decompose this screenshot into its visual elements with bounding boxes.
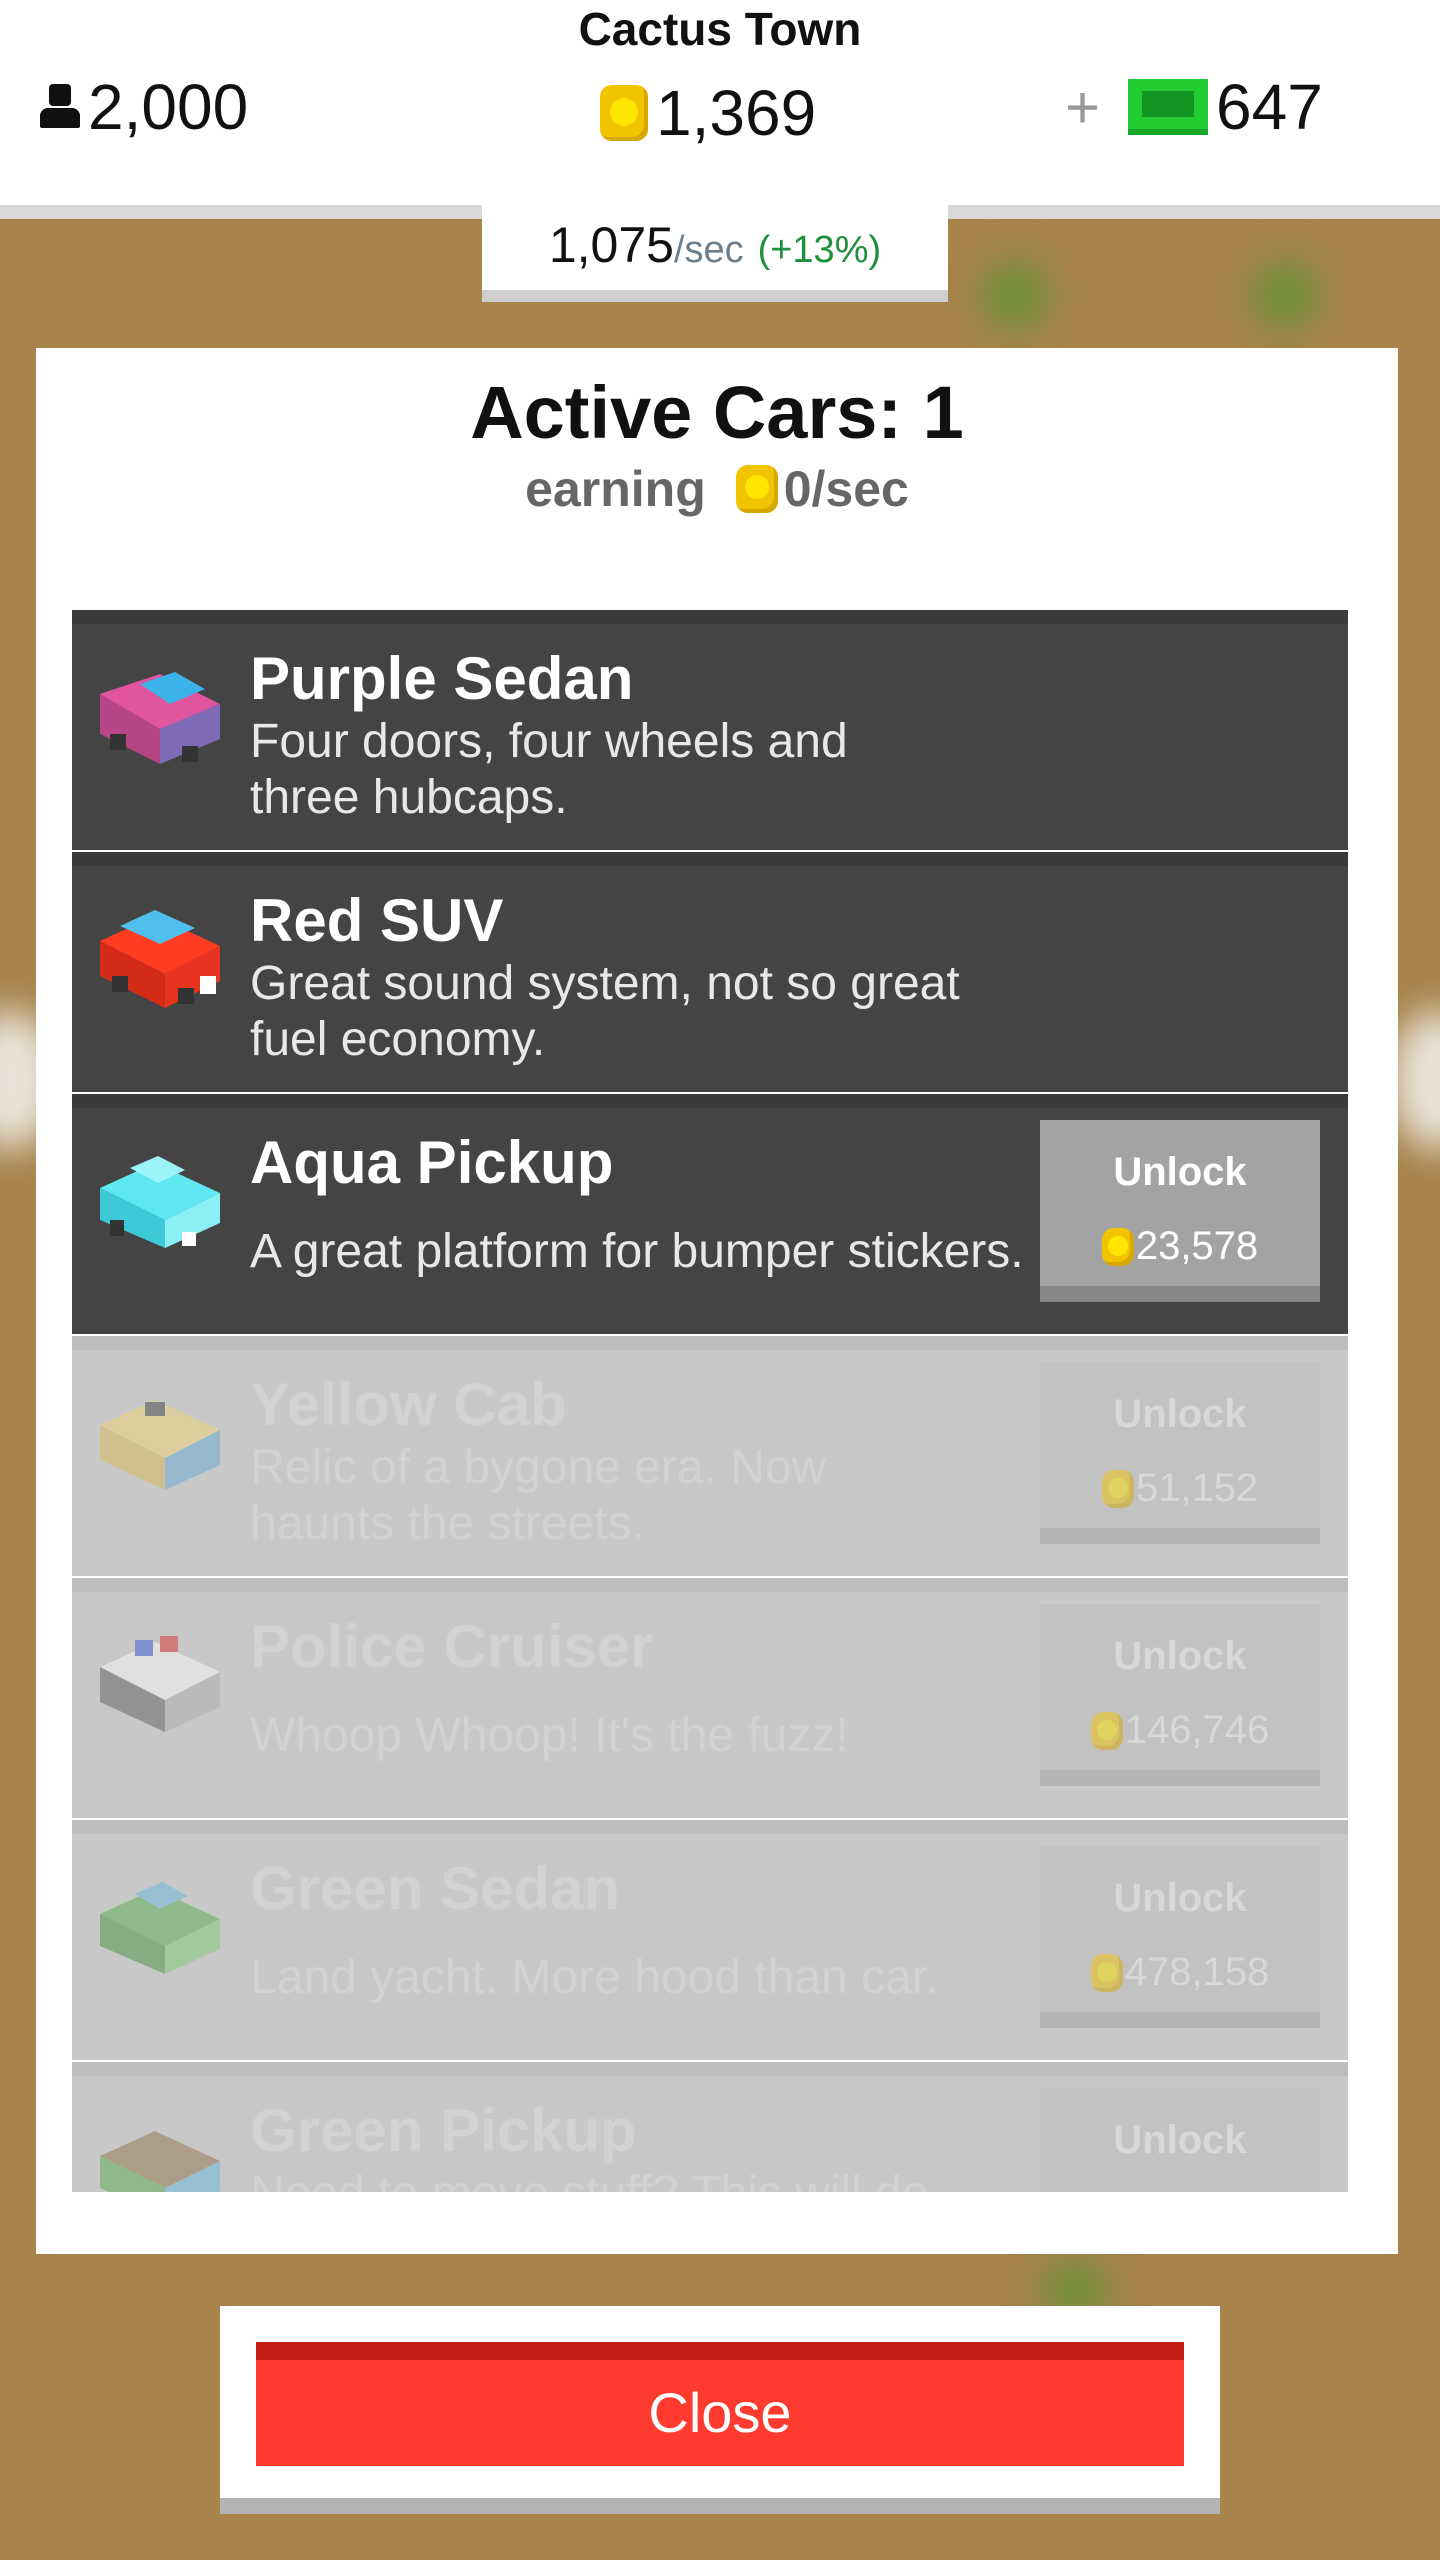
car-description: Whoop Whoop! It's the fuzz! xyxy=(250,1709,849,1762)
car-list[interactable]: Purple Sedan Four doors, four wheels and… xyxy=(72,610,1348,2192)
unlock-cost-value: 23,578 xyxy=(1135,1224,1259,1268)
unlock-cost: 23,578 xyxy=(1040,1224,1320,1269)
car-name: Purple Sedan xyxy=(250,645,634,712)
car-description: Four doors, four wheels and three hubcap… xyxy=(250,715,848,824)
car-description: A great platform for bumper stickers. xyxy=(250,1225,1024,1278)
person-icon xyxy=(38,84,82,130)
unlock-cost-value: 51,152 xyxy=(1135,1466,1259,1510)
close-button-container: Close xyxy=(220,2306,1220,2514)
earning-label: earning xyxy=(525,461,706,517)
car-description: Great sound system, not so great fuel ec… xyxy=(250,957,960,1066)
coin-icon xyxy=(735,465,778,513)
coin-icon xyxy=(1090,1953,1123,1992)
car-name: Green Pickup xyxy=(250,2097,637,2164)
unlock-cost: 478,158 xyxy=(1040,1950,1320,1995)
green-pickup-icon xyxy=(100,2131,220,2192)
unlock-label: Unlock xyxy=(1113,1876,1247,1920)
cash-value: 647 xyxy=(1216,71,1323,143)
car-row-red-suv[interactable]: Red SUV Great sound system, not so great… xyxy=(72,852,1348,1092)
yellow-cab-icon xyxy=(100,1400,220,1490)
earning-value: 0/sec xyxy=(783,461,909,517)
car-description: Land yacht. More hood than car. xyxy=(250,1951,939,2004)
unlock-button: Unlock xyxy=(1040,2088,1320,2192)
coins-counter: 1,369 xyxy=(600,76,816,150)
cars-modal: Active Cars: 1 earning 0/sec Purple Seda… xyxy=(36,348,1398,2254)
modal-earning: earning 0/sec xyxy=(36,460,1398,518)
coin-icon xyxy=(1101,1227,1134,1266)
car-row-yellow-cab: Yellow Cab Relic of a bygone era. Now ha… xyxy=(72,1336,1348,1576)
population-value: 2,000 xyxy=(88,71,249,143)
income-rate-tab: 1,075/sec (+13%) xyxy=(482,200,948,302)
unlock-label: Unlock xyxy=(1113,1634,1247,1678)
unlock-cost-value: 478,158 xyxy=(1124,1950,1270,1994)
coins-value: 1,369 xyxy=(656,77,817,149)
map-background-tree xyxy=(1250,260,1320,330)
car-name: Green Sedan xyxy=(250,1855,621,1922)
car-description: Need to move stuff? This will do the xyxy=(250,2166,970,2192)
coin-icon xyxy=(1090,1711,1123,1750)
police-cruiser-icon xyxy=(100,1636,220,1732)
car-row-green-sedan: Green Sedan Land yacht. More hood than c… xyxy=(72,1820,1348,2060)
green-sedan-icon xyxy=(100,1882,220,1974)
rate-bonus: (+13%) xyxy=(757,229,882,271)
car-row-aqua-pickup[interactable]: Aqua Pickup A great platform for bumper … xyxy=(72,1094,1348,1334)
map-background-tree xyxy=(980,260,1050,330)
car-name: Yellow Cab xyxy=(250,1371,567,1438)
rate-unit: /sec xyxy=(673,229,744,271)
coin-icon xyxy=(1101,1469,1134,1508)
top-status-bar: Cactus Town 2,000 1,369 + 647 xyxy=(0,0,1440,219)
unlock-button: Unlock 51,152 xyxy=(1040,1362,1320,1544)
car-row-purple-sedan[interactable]: Purple Sedan Four doors, four wheels and… xyxy=(72,610,1348,850)
unlock-label: Unlock xyxy=(1113,1392,1247,1436)
rate-value: 1,075 xyxy=(548,217,674,273)
red-suv-icon xyxy=(100,910,220,1008)
car-row-police-cruiser: Police Cruiser Whoop Whoop! It's the fuz… xyxy=(72,1578,1348,1818)
close-button[interactable]: Close xyxy=(256,2342,1184,2466)
coin-icon xyxy=(600,85,648,141)
unlock-cost-value: 146,746 xyxy=(1124,1708,1270,1752)
add-cash-icon[interactable]: + xyxy=(1065,73,1100,142)
unlock-button: Unlock 478,158 xyxy=(1040,1846,1320,2028)
modal-title: Active Cars: 1 xyxy=(470,371,964,454)
purple-sedan-icon xyxy=(100,672,220,764)
cash-counter[interactable]: + 647 xyxy=(1065,70,1323,144)
car-name: Aqua Pickup xyxy=(250,1129,614,1196)
car-row-green-pickup: Green Pickup Need to move stuff? This wi… xyxy=(72,2062,1348,2192)
unlock-cost: 146,746 xyxy=(1040,1708,1320,1753)
car-description: Relic of a bygone era. Now haunts the st… xyxy=(250,1441,827,1550)
unlock-cost: 51,152 xyxy=(1040,1466,1320,1511)
car-name: Red SUV xyxy=(250,887,504,954)
cash-icon xyxy=(1128,79,1209,135)
unlock-button: Unlock 146,746 xyxy=(1040,1604,1320,1786)
unlock-label: Unlock xyxy=(1113,1150,1247,1194)
aqua-pickup-icon xyxy=(100,1156,220,1248)
unlock-button[interactable]: Unlock 23,578 xyxy=(1040,1120,1320,1302)
population-counter: 2,000 xyxy=(38,70,248,144)
town-name: Cactus Town xyxy=(578,3,862,55)
unlock-label: Unlock xyxy=(1113,2118,1247,2162)
car-name: Police Cruiser xyxy=(250,1613,654,1680)
